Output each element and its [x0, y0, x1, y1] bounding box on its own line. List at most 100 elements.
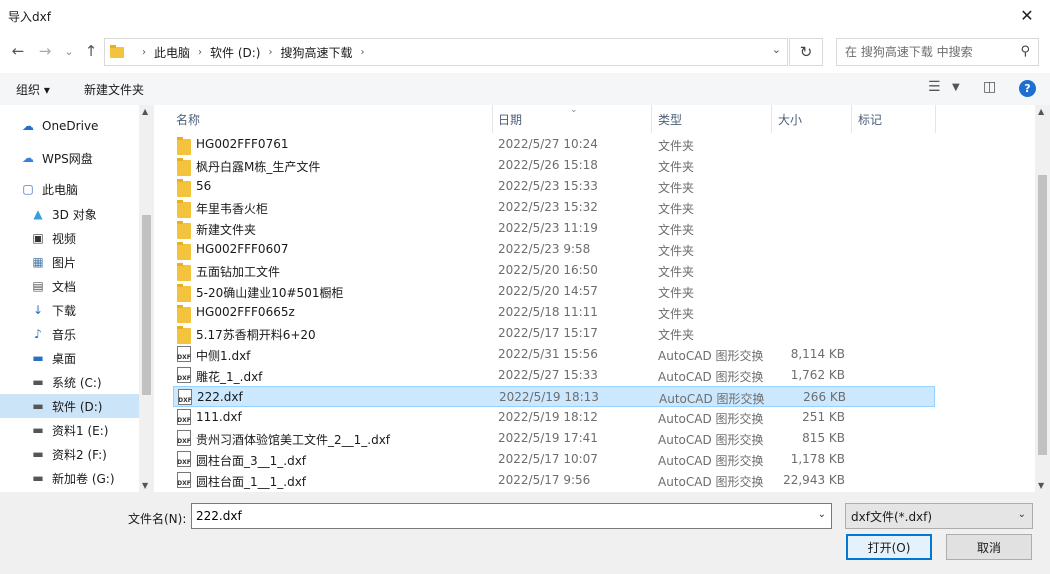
scroll-down-icon[interactable]: ▼: [1038, 481, 1044, 490]
sidebar-scrollbar[interactable]: ▲ ▼: [139, 105, 154, 492]
file-row[interactable]: DXF 贵州习酒体验馆美工文件_2__1_.dxf 2022/5/19 17:41 A…: [173, 428, 935, 449]
sidebar-item-3d-objects[interactable]: ▲ 3D 对象: [0, 202, 139, 226]
organize-button[interactable]: 组织 ▾: [16, 81, 50, 98]
file-row[interactable]: 五面钻加工文件 2022/5/20 16:50 文件夹: [173, 260, 935, 281]
file-row[interactable]: 枫丹白露M栋_生产文件 2022/5/26 15:18 文件夹: [173, 155, 935, 176]
breadcrumb-item-drive-d[interactable]: 软件 (D:): [210, 44, 260, 61]
help-icon[interactable]: ?: [1019, 80, 1036, 97]
drive-icon: ▬: [32, 471, 44, 485]
sidebar-item-videos[interactable]: ▣ 视频: [0, 226, 139, 250]
scroll-up-icon[interactable]: ▲: [142, 107, 148, 116]
search-icon[interactable]: ⚲: [1020, 44, 1030, 59]
file-row[interactable]: DXF 222.dxf 2022/5/19 18:13 AutoCAD 图形交换 266…: [173, 386, 935, 407]
file-date: 2022/5/17 9:56: [498, 473, 591, 487]
folder-icon: [177, 179, 191, 197]
view-options-icon[interactable]: ☰: [928, 79, 941, 95]
file-row[interactable]: HG002FFF0665z 2022/5/18 11:11 文件夹: [173, 302, 935, 323]
breadcrumb-item-this-pc[interactable]: 此电脑: [154, 44, 190, 61]
desktop-icon: ▬: [32, 351, 44, 365]
folder-icon: [177, 326, 191, 344]
sidebar-item-label: 此电脑: [42, 182, 79, 197]
file-name: 5.17苏香桐开料6+20: [196, 328, 316, 342]
file-list-scrollbar[interactable]: ▲ ▼: [1035, 105, 1050, 492]
sidebar-item-drive-d[interactable]: ▬ 软件 (D:): [0, 394, 139, 418]
file-size: 251 KB: [802, 410, 845, 424]
sidebar-item-drive-f[interactable]: ▬ 资料2 (F:): [0, 442, 139, 466]
sidebar-item-label: 桌面: [52, 351, 77, 366]
file-row[interactable]: DXF 圆柱台面_3__1_.dxf 2022/5/17 10:07 AutoCAD …: [173, 449, 935, 470]
file-row[interactable]: 年里韦香火柜 2022/5/23 15:32 文件夹: [173, 197, 935, 218]
up-folder-icon[interactable]: ↑: [83, 40, 99, 62]
preview-pane-icon[interactable]: ◫: [983, 79, 996, 95]
sidebar-item-wps-cloud[interactable]: ☁ WPS网盘: [0, 146, 139, 170]
column-header-type[interactable]: 类型: [652, 105, 772, 133]
sidebar-item-drive-g[interactable]: ▬ 新加卷 (G:): [0, 466, 139, 490]
address-bar[interactable]: › 此电脑 › 软件 (D:) › 搜狗高速下载 › ⌄: [104, 38, 788, 66]
file-name: 56: [196, 179, 212, 193]
sidebar-item-onedrive[interactable]: ☁ OneDrive: [0, 114, 139, 138]
sidebar-item-documents[interactable]: ▤ 文档: [0, 274, 139, 298]
file-row[interactable]: DXF 圆柱台面_1__1_.dxf 2022/5/17 9:56 AutoCAD 图…: [173, 470, 935, 491]
breadcrumb-item-download-folder[interactable]: 搜狗高速下载: [280, 44, 352, 61]
sidebar-item-label: 新加卷 (G:): [52, 471, 115, 486]
sidebar-item-drive-e[interactable]: ▬ 资料1 (E:): [0, 418, 139, 442]
chevron-down-icon[interactable]: ⌄: [1018, 509, 1026, 520]
file-row[interactable]: HG002FFF0607 2022/5/23 9:58 文件夹: [173, 239, 935, 260]
chevron-down-icon[interactable]: ⌄: [818, 509, 826, 520]
sidebar-item-drive-c[interactable]: ▬ 系统 (C:): [0, 370, 139, 394]
scrollbar-thumb[interactable]: [1038, 175, 1047, 455]
file-row[interactable]: HG002FFF0761 2022/5/27 10:24 文件夹: [173, 134, 935, 155]
refresh-icon[interactable]: ↻: [789, 38, 823, 66]
file-row[interactable]: 5.17苏香桐开料6+20 2022/5/17 15:17 文件夹: [173, 323, 935, 344]
column-header-tag[interactable]: 标记: [852, 105, 936, 133]
back-icon[interactable]: ←: [10, 40, 26, 62]
file-type: 文件夹: [658, 265, 695, 279]
chevron-right-icon[interactable]: ›: [198, 47, 202, 58]
file-date: 2022/5/23 9:58: [498, 242, 591, 256]
scroll-up-icon[interactable]: ▲: [1038, 107, 1044, 116]
file-date: 2022/5/31 15:56: [498, 347, 598, 361]
file-row[interactable]: 5-20确山建业10#501橱柜 2022/5/20 14:57 文件夹: [173, 281, 935, 302]
sidebar-item-music[interactable]: ♪ 音乐: [0, 322, 139, 346]
chevron-right-icon[interactable]: ›: [361, 47, 365, 58]
chevron-right-icon[interactable]: ›: [268, 47, 272, 58]
search-box[interactable]: ⚲: [836, 38, 1039, 66]
open-button[interactable]: 打开(O): [846, 534, 932, 560]
sidebar-item-label: WPS网盘: [42, 151, 93, 166]
drive-icon: ▬: [32, 399, 44, 413]
new-folder-button[interactable]: 新建文件夹: [84, 81, 144, 98]
filename-combobox[interactable]: ⌄: [191, 503, 832, 529]
sidebar-item-desktop[interactable]: ▬ 桌面: [0, 346, 139, 370]
search-input[interactable]: [845, 45, 1015, 59]
chevron-down-icon[interactable]: ⌄: [772, 43, 781, 56]
sidebar-item-this-pc[interactable]: ▢ 此电脑: [0, 177, 139, 201]
file-row[interactable]: 56 2022/5/23 15:33 文件夹: [173, 176, 935, 197]
file-name: 圆柱台面_3__1_.dxf: [196, 454, 307, 468]
forward-icon[interactable]: →: [37, 40, 53, 62]
file-row[interactable]: DXF 111.dxf 2022/5/19 18:12 AutoCAD 图形交换 251…: [173, 407, 935, 428]
sidebar-item-pictures[interactable]: ▦ 图片: [0, 250, 139, 274]
file-type: 文件夹: [658, 223, 695, 237]
recent-locations-icon[interactable]: ⌄: [62, 40, 76, 62]
scroll-down-icon[interactable]: ▼: [142, 481, 148, 490]
sidebar-item-label: 视频: [52, 231, 77, 246]
close-icon[interactable]: ✕: [1004, 0, 1050, 30]
folder-icon: [177, 305, 191, 323]
scrollbar-thumb[interactable]: [142, 215, 151, 395]
chevron-down-icon[interactable]: ▼: [952, 82, 960, 93]
cloud-icon: ☁: [22, 151, 34, 165]
filename-input[interactable]: [196, 509, 796, 523]
file-row[interactable]: DXF 雕花_1_.dxf 2022/5/27 15:33 AutoCAD 图形交换 1…: [173, 365, 935, 386]
file-type: AutoCAD 图形交换: [659, 392, 765, 406]
sidebar-item-downloads[interactable]: ↓ 下载: [0, 298, 139, 322]
cancel-button[interactable]: 取消: [946, 534, 1032, 560]
column-header-size[interactable]: 大小: [772, 105, 852, 133]
file-list: 名称 日期 类型 大小 标记 HG002FFF0761 2022/5/27 10:…: [154, 105, 1050, 492]
file-row[interactable]: DXF 中侧1.dxf 2022/5/31 15:56 AutoCAD 图形交换 8,1…: [173, 344, 935, 365]
file-size: 266 KB: [803, 390, 846, 404]
file-type: 文件夹: [658, 181, 695, 195]
file-row[interactable]: 新建文件夹 2022/5/23 11:19 文件夹: [173, 218, 935, 239]
column-header-name[interactable]: 名称: [170, 105, 493, 133]
filetype-select[interactable]: dxf文件(*.dxf) ⌄: [845, 503, 1033, 529]
file-size: 1,178 KB: [790, 452, 845, 466]
